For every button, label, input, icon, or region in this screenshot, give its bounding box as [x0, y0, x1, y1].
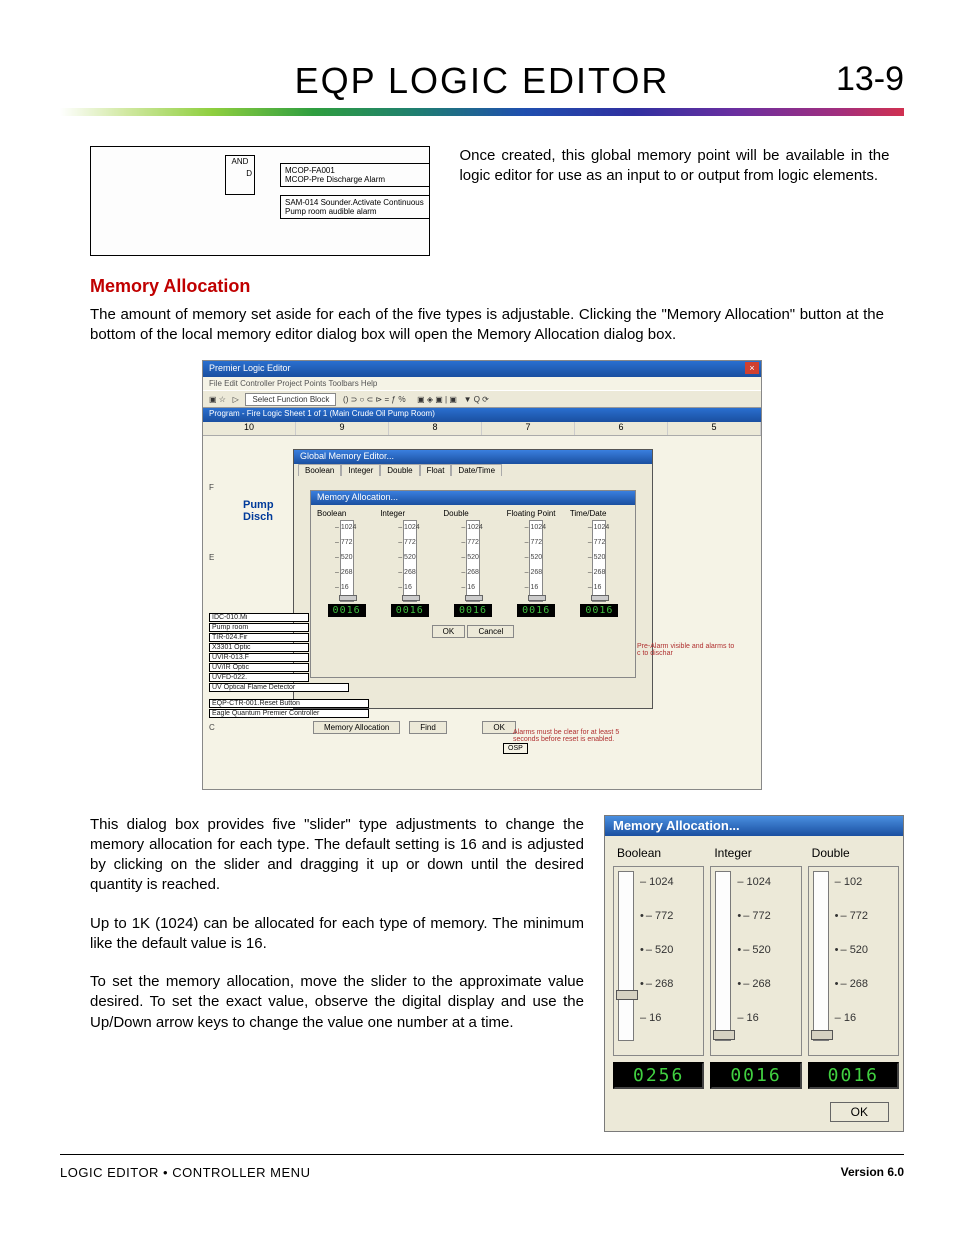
alloc-cancel-button[interactable]: Cancel: [467, 625, 514, 638]
section-heading: Memory Allocation: [90, 276, 904, 297]
footer-right: Version 6.0: [841, 1165, 904, 1180]
sheet-titlebar: Program - Fire Logic Sheet 1 of 1 (Main …: [203, 408, 761, 422]
editor-toolbar[interactable]: ▣ ☆ ▷ Select Function Block () ⊃ ○ ⊂ ⊳ =…: [203, 390, 761, 408]
digit-double: 0016: [454, 604, 492, 617]
page-title: EQP Logic Editor: [295, 60, 670, 102]
editor-menubar[interactable]: File Edit Controller Project Points Tool…: [203, 377, 761, 390]
col-label-boolean: Boolean: [613, 846, 704, 860]
display-integer: 0016: [710, 1062, 801, 1089]
digit-timedate: 0016: [580, 604, 618, 617]
logic-output-box-1: MCOP-FA001 MCOP-Pre Discharge Alarm: [280, 163, 430, 187]
alloc-ok-button[interactable]: OK: [432, 625, 466, 638]
row-mark-E: E: [209, 553, 214, 562]
pump-label: PumpDisch: [243, 499, 274, 523]
gme-titlebar: Global Memory Editor...: [294, 450, 652, 464]
logic-output-box-2: SAM-014 Sounder.Activate Continuous Pump…: [280, 195, 430, 219]
reset-note: Alarms must be clear for at least 5 seco…: [513, 729, 633, 743]
body-paragraph-2: This dialog box provides five "slider" t…: [90, 815, 584, 896]
find-button[interactable]: Find: [409, 721, 447, 734]
osp-box: OSP: [503, 743, 528, 754]
display-double: 0016: [808, 1062, 899, 1089]
gme-tabs[interactable]: BooleanIntegerDoubleFloatDate/Time: [294, 464, 652, 477]
col-label-double: Double: [808, 846, 899, 860]
row-mark-C: C: [209, 723, 215, 732]
ticks-integer: – 1024 – 772 – 520 – 268 – 16: [737, 865, 771, 1045]
row-mark-F: F: [209, 483, 214, 492]
body-paragraph-4: To set the memory allocation, move the s…: [90, 972, 584, 1033]
slider-integer-detail[interactable]: [715, 871, 731, 1041]
logic-snippet-figure: AND D MCOP-FA001 MCOP-Pre Discharge Alar…: [90, 146, 430, 256]
close-icon[interactable]: ×: [745, 362, 759, 374]
footer-rule: [60, 1154, 904, 1155]
digit-integer: 0016: [391, 604, 429, 617]
body-paragraph-1: The amount of memory set aside for each …: [90, 305, 884, 346]
device-point-boxes: IDC-010.MiPump room TIR-024.FirX3301 Opt…: [209, 613, 369, 719]
column-ruler: 1098 765: [203, 422, 761, 436]
footer-left: LOGIC EDITOR • CONTROLLER MENU: [60, 1165, 310, 1180]
editor-screenshot-figure: Premier Logic Editor × File Edit Control…: [202, 360, 762, 790]
memory-allocation-button[interactable]: Memory Allocation: [313, 721, 400, 734]
alloc-detail-titlebar: Memory Allocation...: [605, 816, 903, 836]
ticks-double: – 102 – 772 – 520 – 268 – 16: [835, 865, 868, 1045]
editor-titlebar: Premier Logic Editor ×: [203, 361, 761, 377]
gme-ok-button[interactable]: OK: [482, 721, 516, 734]
slider-double-detail[interactable]: [813, 871, 829, 1041]
display-boolean: 0256: [613, 1062, 704, 1089]
body-paragraph-3: Up to 1K (1024) can be allocated for eac…: [90, 914, 584, 955]
function-block-select[interactable]: Select Function Block: [245, 393, 336, 406]
digit-float: 0016: [517, 604, 555, 617]
and-gate: AND D: [225, 155, 255, 195]
slider-boolean-detail[interactable]: [618, 871, 634, 1041]
col-label-integer: Integer: [710, 846, 801, 860]
memory-allocation-detail-figure: Memory Allocation... Boolean – 1024 – 77…: [604, 815, 904, 1132]
page-number: 13-9: [836, 60, 904, 99]
pre-alarm-note: Pre-Alarm visible and alarms to c to dis…: [637, 643, 737, 657]
alloc-detail-ok-button[interactable]: OK: [830, 1102, 889, 1122]
ticks-boolean: – 1024 – 772 – 520 – 268 – 16: [640, 865, 674, 1045]
alloc-titlebar: Memory Allocation...: [311, 491, 635, 505]
header-rule: [60, 108, 904, 116]
